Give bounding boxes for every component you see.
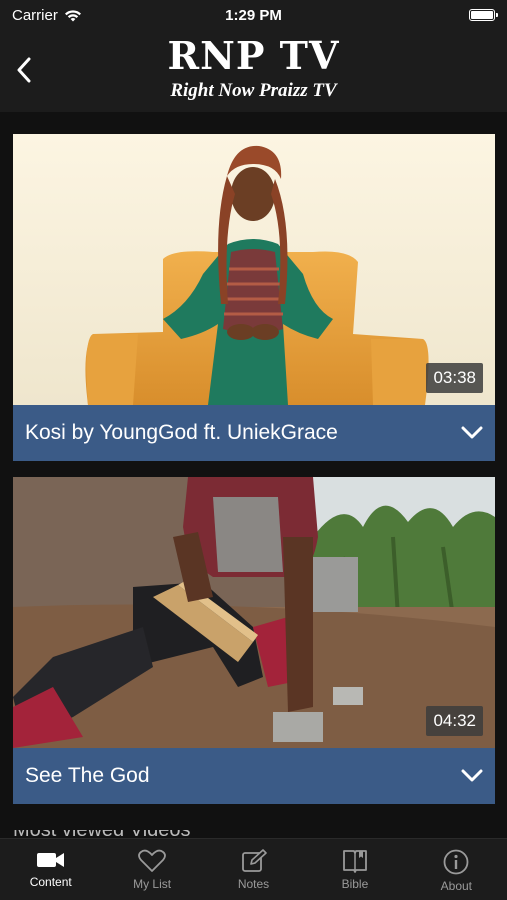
app-title: RNP TV: [167, 33, 340, 78]
wifi-icon: [64, 9, 81, 21]
video-title-bar[interactable]: Kosi by YoungGod ft. UniekGrace: [13, 405, 495, 461]
video-thumbnail-image: [13, 134, 495, 405]
tab-content[interactable]: Content: [0, 839, 101, 900]
video-thumbnail-image: [13, 477, 495, 748]
brand-logo: RNP TV Right Now Praizz TV: [0, 34, 507, 102]
section-heading-peek: Most viewed Videos: [13, 830, 213, 838]
video-camera-icon: [36, 853, 64, 867]
chevron-down-icon[interactable]: [461, 769, 483, 783]
pencil-square-icon: [241, 849, 267, 872]
info-circle-icon: [443, 849, 469, 875]
video-list[interactable]: 03:38 Kosi by YoungGod ft. UniekGrace 04…: [0, 112, 507, 838]
tab-about[interactable]: About: [406, 839, 507, 900]
chevron-down-icon[interactable]: [461, 426, 483, 440]
status-left: Carrier: [12, 7, 82, 24]
section-heading: Most viewed Videos: [13, 830, 213, 838]
book-icon: [343, 850, 367, 873]
status-bar: Carrier 1:29 PM: [0, 0, 507, 30]
heart-icon: [138, 849, 167, 872]
duration-badge: 04:32: [426, 706, 483, 736]
video-card[interactable]: 04:32 See The God: [13, 477, 495, 804]
tab-label: About: [440, 879, 472, 893]
tab-bar: Content My List Notes Bible About: [0, 838, 507, 900]
tab-label: My List: [133, 877, 172, 891]
tab-label: Notes: [237, 877, 270, 891]
carrier-label: Carrier: [12, 6, 58, 24]
app-subtitle: Right Now Praizz TV: [170, 80, 337, 101]
video-title: Kosi by YoungGod ft. UniekGrace: [25, 421, 338, 444]
video-title: See The God: [25, 764, 150, 787]
tab-bible[interactable]: Bible: [304, 839, 405, 900]
tab-my-list[interactable]: My List: [101, 839, 202, 900]
tab-label: Content: [29, 875, 72, 889]
video-thumbnail[interactable]: 03:38: [13, 134, 495, 405]
app-header: RNP TV Right Now Praizz TV: [0, 30, 507, 112]
duration-badge: 03:38: [426, 363, 483, 393]
video-title-bar[interactable]: See The God: [13, 748, 495, 804]
battery-icon: [469, 9, 498, 21]
tab-notes[interactable]: Notes: [203, 839, 304, 900]
video-thumbnail[interactable]: 04:32: [13, 477, 495, 748]
video-card[interactable]: 03:38 Kosi by YoungGod ft. UniekGrace: [13, 134, 495, 461]
tab-label: Bible: [341, 877, 369, 891]
